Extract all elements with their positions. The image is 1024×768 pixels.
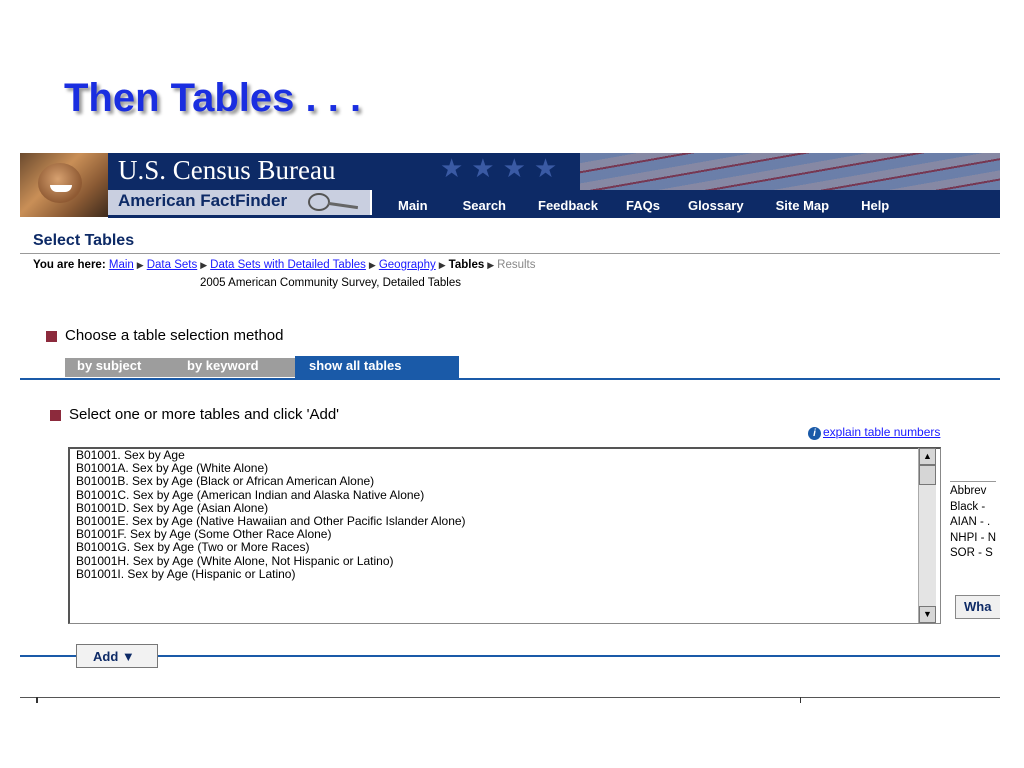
breadcrumb-label: You are here: bbox=[33, 259, 106, 271]
breadcrumb-arrow-icon: ▶ bbox=[200, 260, 208, 270]
tab-show-all-tables[interactable]: show all tables bbox=[295, 356, 459, 379]
select-prompt: Select one or more tables and click 'Add… bbox=[50, 406, 339, 423]
explain-link-row: i explain table numbers bbox=[808, 425, 940, 440]
tab-by-subject[interactable]: by subject bbox=[65, 358, 175, 377]
main-nav: Main Search Feedback FAQs Glossary Site … bbox=[380, 190, 889, 218]
tab-divider bbox=[20, 378, 1000, 380]
list-item[interactable]: B01001I. Sex by Age (Hispanic or Latino) bbox=[76, 567, 466, 581]
abbrev-item: Black - bbox=[950, 500, 986, 513]
add-button[interactable]: Add ▼ bbox=[76, 644, 158, 668]
method-prompt-text: Choose a table selection method bbox=[65, 327, 284, 344]
nav-faqs[interactable]: FAQs bbox=[626, 190, 660, 218]
breadcrumb-arrow-icon: ▶ bbox=[368, 260, 376, 270]
breadcrumb-detailed[interactable]: Data Sets with Detailed Tables bbox=[210, 259, 366, 271]
abbrev-item: NHPI - N bbox=[950, 531, 996, 544]
breadcrumb-arrow-icon: ▶ bbox=[487, 260, 495, 270]
heading-divider bbox=[20, 253, 1000, 254]
census-screenshot: ★★★★ U.S. Census Bureau American FactFin… bbox=[20, 153, 1000, 703]
breadcrumb-main[interactable]: Main bbox=[109, 259, 134, 271]
scroll-thumb[interactable] bbox=[919, 465, 936, 485]
explain-table-numbers-link[interactable]: explain table numbers bbox=[823, 425, 940, 439]
breadcrumb-results: Results bbox=[497, 259, 536, 271]
flag-icon bbox=[580, 153, 1000, 190]
dataset-name: 2005 American Community Survey, Detailed… bbox=[200, 277, 462, 289]
list-item[interactable]: B01001B. Sex by Age (Black or African Am… bbox=[76, 475, 466, 488]
smile-icon bbox=[50, 185, 72, 192]
bottom-tick bbox=[36, 697, 38, 703]
slide-title: Then Tables . . . bbox=[64, 76, 362, 120]
magnifier-icon bbox=[308, 193, 330, 211]
list-scrollbar[interactable]: ▲ ▼ bbox=[918, 448, 936, 623]
nav-feedback[interactable]: Feedback bbox=[538, 190, 598, 218]
flag-stars-icon: ★★★★ bbox=[440, 153, 566, 183]
scroll-up-icon[interactable]: ▲ bbox=[919, 448, 936, 465]
scroll-down-icon[interactable]: ▼ bbox=[919, 606, 936, 623]
breadcrumb: You are here: Main ▶ Data Sets ▶ Data Sets w… bbox=[33, 259, 536, 271]
table-listbox[interactable]: B01001. Sex by Age B01001A. Sex by Age (… bbox=[68, 447, 941, 624]
factfinder-label: American FactFinder bbox=[118, 191, 288, 210]
bottom-tick bbox=[800, 697, 801, 703]
abbrev-heading: Abbrev bbox=[950, 485, 987, 497]
breadcrumb-arrow-icon: ▶ bbox=[438, 260, 446, 270]
info-icon: i bbox=[808, 427, 821, 440]
nav-help[interactable]: Help bbox=[861, 190, 889, 218]
person-photo bbox=[20, 153, 108, 217]
bullet-icon bbox=[50, 409, 61, 421]
bottom-divider bbox=[20, 697, 1000, 698]
nav-search[interactable]: Search bbox=[463, 190, 506, 218]
nav-main[interactable]: Main bbox=[398, 190, 428, 218]
abbrev-item: SOR - S bbox=[950, 547, 993, 559]
bullet-icon bbox=[46, 330, 57, 342]
abbrev-item: AIAN - . bbox=[950, 516, 991, 528]
breadcrumb-arrow-icon: ▶ bbox=[136, 260, 144, 270]
factfinder-logo[interactable]: American FactFinder bbox=[108, 190, 372, 215]
nav-site-map[interactable]: Site Map bbox=[776, 190, 829, 218]
magnifier-handle-icon bbox=[327, 201, 359, 210]
nav-glossary[interactable]: Glossary bbox=[688, 190, 744, 218]
page-title: Select Tables bbox=[33, 232, 135, 249]
add-divider bbox=[20, 655, 1000, 657]
site-banner: ★★★★ U.S. Census Bureau American FactFin… bbox=[20, 153, 1000, 223]
abbrev-legend: Abbrev Black - AIAN - . NHPI - N SOR - S bbox=[950, 481, 996, 562]
site-title: U.S. Census Bureau bbox=[118, 155, 336, 185]
select-prompt-text: Select one or more tables and click 'Add… bbox=[69, 406, 340, 423]
face-icon bbox=[38, 163, 82, 203]
list-item[interactable]: B01001G. Sex by Age (Two or More Races) bbox=[76, 541, 466, 554]
breadcrumb-data-sets[interactable]: Data Sets bbox=[147, 259, 198, 271]
table-list: B01001. Sex by Age B01001A. Sex by Age (… bbox=[76, 448, 466, 581]
list-item[interactable]: B01001C. Sex by Age (American Indian and… bbox=[76, 488, 466, 502]
breadcrumb-tables: Tables bbox=[448, 259, 485, 271]
breadcrumb-geography[interactable]: Geography bbox=[379, 259, 436, 271]
tab-by-keyword[interactable]: by keyword bbox=[175, 358, 295, 377]
banner-top: ★★★★ U.S. Census Bureau bbox=[20, 153, 1000, 190]
method-prompt: Choose a table selection method bbox=[46, 327, 283, 344]
what-button[interactable]: Wha bbox=[955, 595, 1000, 619]
list-item[interactable]: B01001H. Sex by Age (White Alone, Not Hi… bbox=[76, 554, 466, 568]
